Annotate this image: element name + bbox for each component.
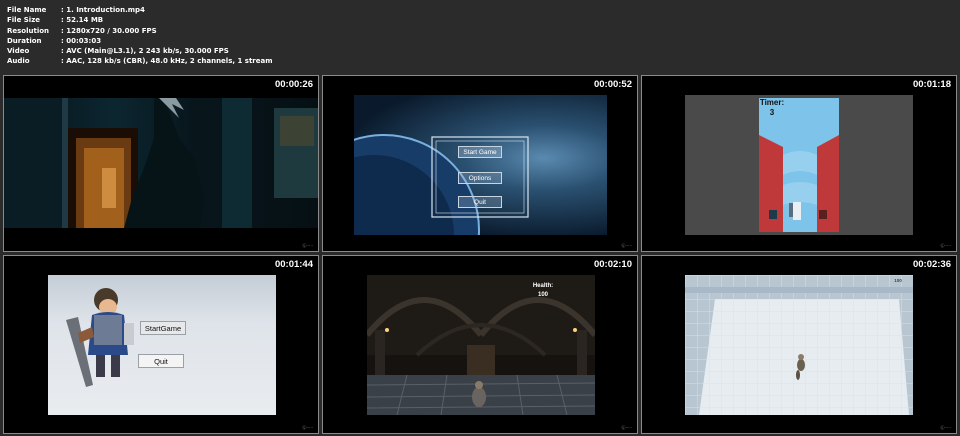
file-info-value: : 1280x720 / 30.000 FPS [61, 26, 157, 35]
thumbnail-4[interactable]: 00:01:44 StartGame Quit Ⓛ····· [3, 255, 319, 434]
video-frame: StartGame Quit [48, 275, 276, 415]
timestamp: 00:02:10 [593, 259, 632, 270]
start-game-button[interactable]: Start Game [458, 146, 502, 158]
watermark: Ⓛ····· [621, 425, 632, 430]
watermark: Ⓛ····· [302, 243, 313, 248]
thumbnail-6[interactable]: 00:02:36 100 Ⓛ····· [641, 255, 957, 434]
watermark: Ⓛ····· [302, 425, 313, 430]
file-info-row: Resolution : 1280x720 / 30.000 FPS [7, 26, 273, 36]
watermark: Ⓛ····· [621, 243, 632, 248]
file-info-row: File Size : 52.14 MB [7, 15, 273, 25]
timestamp: 00:00:52 [593, 79, 632, 90]
start-game-button[interactable]: StartGame [140, 321, 186, 335]
file-info-value: : 1. Introduction.mp4 [61, 6, 145, 14]
scene-illustration [685, 275, 913, 415]
thumbnail-3[interactable]: 00:01:18 Timer: 3 Ⓛ····· [641, 75, 957, 252]
corner-value: 100 [894, 278, 902, 283]
file-info: File Name : 1. Introduction.mp4 File Size… [7, 5, 273, 67]
video-frame: Start Game Options Quit [354, 95, 607, 235]
file-info-label: File Size [7, 16, 41, 25]
file-info-label: Audio [7, 57, 30, 66]
timestamp: 00:00:26 [274, 79, 313, 90]
quit-button[interactable]: Quit [458, 196, 502, 208]
thumbnail-5[interactable]: 00:02:10 Health: 100 Ⓛ····· [322, 255, 638, 434]
video-frame [4, 98, 318, 228]
file-info-label: Resolution [7, 26, 50, 35]
watermark: Ⓛ····· [940, 243, 951, 248]
file-info-row: File Name : 1. Introduction.mp4 [7, 5, 273, 15]
health-value: 100 [537, 292, 548, 298]
timestamp: 00:01:18 [912, 79, 951, 90]
file-info-value: : AVC (Main@L3.1), 2 243 kb/s, 30.000 FP… [61, 47, 229, 56]
timer-value: 3 [769, 108, 775, 117]
quit-button[interactable]: Quit [138, 354, 184, 368]
scene-illustration [4, 98, 318, 228]
scene-illustration [354, 134, 529, 235]
file-info-row: Duration : 00:03:03 [7, 36, 273, 46]
video-frame: Timer: 3 [685, 95, 913, 235]
file-info-label: Duration [7, 36, 42, 45]
health-label: Health: [532, 283, 554, 289]
timestamp: 00:01:44 [274, 259, 313, 270]
video-frame: 100 [685, 275, 913, 415]
file-info-label: Video [7, 47, 30, 56]
file-info-row: Audio : AAC, 128 kb/s (CBR), 48.0 kHz, 2 … [7, 56, 273, 66]
scene-illustration [759, 98, 839, 232]
file-info-value: : 52.14 MB [61, 16, 104, 25]
watermark: Ⓛ····· [940, 425, 951, 430]
file-info-label: File Name [7, 6, 47, 14]
scene-illustration [66, 288, 134, 387]
file-info-value: : 00:03:03 [61, 36, 102, 45]
options-button[interactable]: Options [458, 172, 502, 184]
thumbnail-2[interactable]: 00:00:52 Start Game Options Quit Ⓛ····· [322, 75, 638, 252]
thumbnail-1[interactable]: 00:00:26 Ⓛ····· [3, 75, 319, 252]
file-info-row: Video : AVC (Main@L3.1), 2 243 kb/s, 30.0… [7, 46, 273, 56]
file-info-value: : AAC, 128 kb/s (CBR), 48.0 kHz, 2 chann… [61, 57, 273, 66]
timestamp: 00:02:36 [912, 259, 951, 270]
video-frame: Health: 100 [367, 275, 595, 415]
timer-label: Timer: [759, 98, 785, 107]
